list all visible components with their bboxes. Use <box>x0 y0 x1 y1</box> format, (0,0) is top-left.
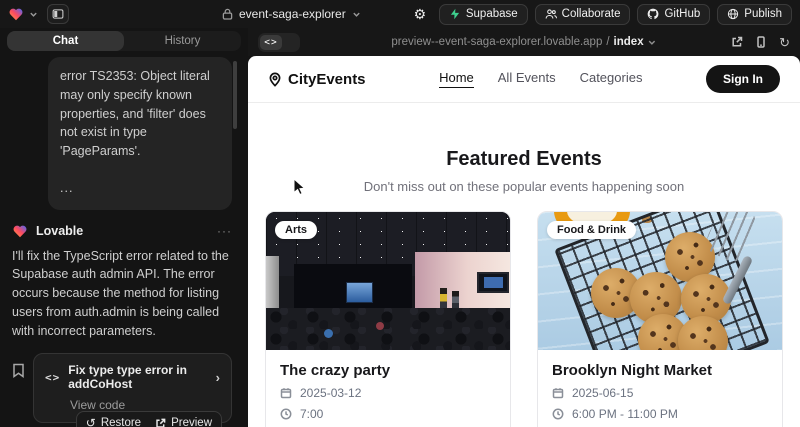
supabase-label: Supabase <box>466 8 518 20</box>
refresh-icon[interactable]: ↻ <box>779 36 790 49</box>
code-icon: <> <box>45 371 60 384</box>
mouse-cursor <box>293 178 307 197</box>
version-actions-toolbar: ↺ Restore Preview <box>76 411 222 427</box>
top-bar: event-saga-explorer ⚙ Supabase C <box>0 0 800 28</box>
nav-home[interactable]: Home <box>439 70 474 88</box>
project-chevron-down-icon <box>352 10 361 19</box>
calendar-icon <box>552 387 564 399</box>
site-preview: CityEvents Home All Events Categories Si… <box>248 56 800 427</box>
event-cards: Arts The crazy party 2025-03-12 <box>248 194 800 427</box>
collaborate-button[interactable]: Collaborate <box>535 4 631 25</box>
view-code-link[interactable]: View code <box>70 398 220 412</box>
section-title: Featured Events <box>248 148 800 171</box>
preview-toolbar: <> preview--event-saga-explorer.lovable.… <box>248 28 800 56</box>
panel-left-icon <box>52 8 64 20</box>
message-more-menu[interactable]: ··· <box>217 224 232 238</box>
site-brand-name: CityEvents <box>288 71 366 88</box>
site-brand[interactable]: CityEvents <box>268 71 366 88</box>
event-date-row: 2025-03-12 <box>280 386 496 400</box>
chat-messages: error TS2353: Object literal may only sp… <box>0 57 248 427</box>
chevron-right-icon: › <box>216 370 220 385</box>
nav-categories[interactable]: Categories <box>580 70 643 88</box>
lovable-logo-icon[interactable] <box>8 6 24 22</box>
event-image-conference: Arts <box>266 212 510 350</box>
event-card-crazy-party[interactable]: Arts The crazy party 2025-03-12 <box>265 211 511 427</box>
event-card-brooklyn-market[interactable]: Food & Drink Brooklyn Night Market 2025-… <box>537 211 783 427</box>
user-message-ellipsis: ... <box>60 179 220 198</box>
preview-toggle-segment[interactable] <box>282 35 298 50</box>
map-pin-icon <box>268 72 282 87</box>
event-time-row: 6:00 PM - 11:00 PM <box>552 407 768 421</box>
collaborate-label: Collaborate <box>562 8 621 20</box>
mobile-view-icon[interactable] <box>755 36 767 48</box>
preview-button[interactable]: Preview <box>155 417 212 427</box>
user-message-text: error TS2353: Object literal may only sp… <box>60 67 220 161</box>
external-link-icon <box>155 418 166 427</box>
preview-url-bar[interactable]: preview--event-saga-explorer.lovable.app… <box>391 36 656 48</box>
assistant-header: Lovable ··· <box>12 223 232 239</box>
lock-icon <box>222 8 233 20</box>
github-icon <box>647 8 659 20</box>
gear-icon: ⚙ <box>414 6 427 23</box>
event-image-cookies: Food & Drink <box>538 212 782 350</box>
supabase-button[interactable]: Supabase <box>439 4 528 25</box>
category-badge: Arts <box>275 221 317 239</box>
bookmark-icon[interactable] <box>12 363 25 378</box>
chat-scrollbar[interactable] <box>233 61 237 129</box>
publish-button[interactable]: Publish <box>717 4 792 25</box>
event-time-row: 7:00 <box>280 407 496 421</box>
lovable-app-window: event-saga-explorer ⚙ Supabase C <box>0 0 800 427</box>
restore-icon: ↺ <box>86 416 96 427</box>
code-toggle-icon[interactable]: <> <box>260 35 282 50</box>
settings-button[interactable]: ⚙ <box>408 3 432 25</box>
publish-label: Publish <box>744 8 782 20</box>
globe-icon <box>727 8 739 20</box>
fix-card-title: Fix type type error in addCoHost <box>68 363 207 391</box>
supabase-icon <box>449 8 461 20</box>
preview-panel: <> preview--event-saga-explorer.lovable.… <box>248 28 800 427</box>
assistant-message-1: I'll fix the TypeScript error related to… <box>12 247 232 341</box>
tab-history[interactable]: History <box>124 31 241 51</box>
user-message-bubble: error TS2353: Object literal may only sp… <box>48 57 232 210</box>
calendar-icon <box>280 387 292 399</box>
github-label: GitHub <box>664 8 700 20</box>
project-name: event-saga-explorer <box>239 7 346 21</box>
sign-in-button[interactable]: Sign In <box>706 65 780 93</box>
chat-history-tabs: Chat History <box>7 31 241 51</box>
category-badge: Food & Drink <box>547 221 636 239</box>
clock-icon <box>552 408 564 420</box>
toggle-sidebar-button[interactable] <box>47 4 69 24</box>
users-icon <box>545 8 557 20</box>
section-subtitle: Don't miss out on these popular events h… <box>248 179 800 194</box>
lovable-avatar-icon <box>12 223 28 239</box>
clock-icon <box>280 408 292 420</box>
project-title-menu[interactable]: event-saga-explorer <box>222 0 361 28</box>
chat-sidebar: Chat History error TS2353: Object litera… <box>0 28 248 427</box>
code-view-toggle[interactable]: <> <box>258 33 300 52</box>
event-title: The crazy party <box>280 362 496 379</box>
preview-url: preview--event-saga-explorer.lovable.app <box>391 36 602 48</box>
event-date-row: 2025-06-15 <box>552 386 768 400</box>
site-nav: Home All Events Categories <box>429 70 642 88</box>
github-button[interactable]: GitHub <box>637 4 710 25</box>
restore-button[interactable]: ↺ Restore <box>86 416 141 427</box>
event-title: Brooklyn Night Market <box>552 362 768 379</box>
workspace-chevron-down-icon[interactable] <box>29 10 38 19</box>
route-chevron-down-icon <box>648 38 657 47</box>
assistant-name: Lovable <box>36 224 83 238</box>
open-in-new-tab-icon[interactable] <box>731 36 743 48</box>
site-header: CityEvents Home All Events Categories Si… <box>248 56 800 103</box>
tab-chat[interactable]: Chat <box>7 31 124 51</box>
nav-all-events[interactable]: All Events <box>498 70 556 88</box>
preview-route: index <box>614 36 644 48</box>
code-fix-row: <> Fix type type error in addCoHost › Vi… <box>12 353 232 423</box>
